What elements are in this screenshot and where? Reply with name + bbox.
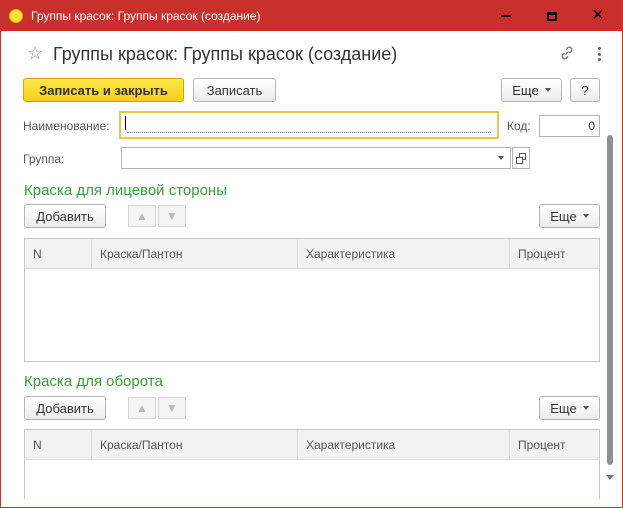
column-characteristic[interactable]: Характеристика [298, 430, 510, 460]
scrollbar-thumb[interactable] [607, 135, 613, 465]
column-paint[interactable]: Краска/Пантон [92, 239, 298, 269]
name-input[interactable] [119, 111, 499, 139]
link-icon[interactable] [559, 45, 575, 61]
section-title-back: Краска для оборота [24, 373, 163, 390]
table-header: N Краска/Пантон Характеристика Процент [25, 430, 599, 460]
chevron-down-icon [582, 406, 589, 410]
save-and-close-button[interactable]: Записать и закрыть [23, 78, 184, 102]
name-label: Наименование: [23, 119, 110, 133]
code-label: Код: [507, 119, 531, 133]
chevron-down-icon [544, 88, 551, 92]
move-down-icon[interactable]: ▼ [158, 397, 186, 419]
vertical-scrollbar[interactable] [605, 135, 615, 487]
column-percent[interactable]: Процент [510, 239, 599, 269]
chevron-down-icon [582, 214, 589, 218]
app-window: Группы красок: Группы красок (создание) … [0, 0, 623, 508]
more-back-button[interactable]: Еще [539, 396, 600, 420]
minimize-button[interactable] [483, 1, 529, 31]
add-back-button[interactable]: Добавить [24, 396, 106, 420]
more-vertical-icon[interactable] [593, 45, 605, 63]
move-buttons-back: ▲ ▼ [128, 397, 188, 419]
maximize-button[interactable] [529, 1, 575, 31]
column-n[interactable]: N [25, 430, 92, 460]
save-button[interactable]: Записать [193, 78, 276, 102]
window-title: Группы красок: Группы красок (создание) [31, 9, 261, 23]
group-select[interactable] [121, 147, 511, 169]
open-group-button[interactable] [512, 147, 530, 169]
column-paint[interactable]: Краска/Пантон [92, 430, 298, 460]
page-title: Группы красок: Группы красок (создание) [53, 44, 398, 64]
favorite-star-icon[interactable]: ☆ [27, 44, 43, 62]
move-down-icon[interactable]: ▼ [158, 205, 186, 227]
minimize-icon [501, 15, 511, 17]
move-buttons-front: ▲ ▼ [128, 205, 188, 227]
chevron-down-icon[interactable] [498, 156, 504, 160]
maximize-icon [547, 11, 557, 21]
back-paint-table[interactable]: N Краска/Пантон Характеристика Процент [24, 429, 600, 499]
front-paint-table[interactable]: N Краска/Пантон Характеристика Процент [24, 238, 600, 362]
close-icon: ✕ [591, 7, 605, 24]
column-n[interactable]: N [25, 239, 92, 269]
window-titlebar[interactable]: Группы красок: Группы красок (создание) … [1, 1, 622, 31]
close-button[interactable]: ✕ [575, 1, 621, 31]
section-title-front: Краска для лицевой стороны [24, 182, 227, 199]
group-label: Группа: [23, 152, 65, 166]
app-logo-icon [9, 9, 23, 23]
column-percent[interactable]: Процент [510, 430, 599, 460]
move-up-icon[interactable]: ▲ [128, 397, 156, 419]
help-button[interactable]: ? [570, 78, 600, 102]
column-characteristic[interactable]: Характеристика [298, 239, 510, 269]
code-input[interactable]: 0 [539, 115, 600, 137]
add-front-button[interactable]: Добавить [24, 204, 106, 228]
more-front-button[interactable]: Еще [539, 204, 600, 228]
scroll-down-icon[interactable] [606, 475, 614, 480]
more-button[interactable]: Еще [501, 78, 562, 102]
move-up-icon[interactable]: ▲ [128, 205, 156, 227]
table-header: N Краска/Пантон Характеристика Процент [25, 239, 599, 269]
